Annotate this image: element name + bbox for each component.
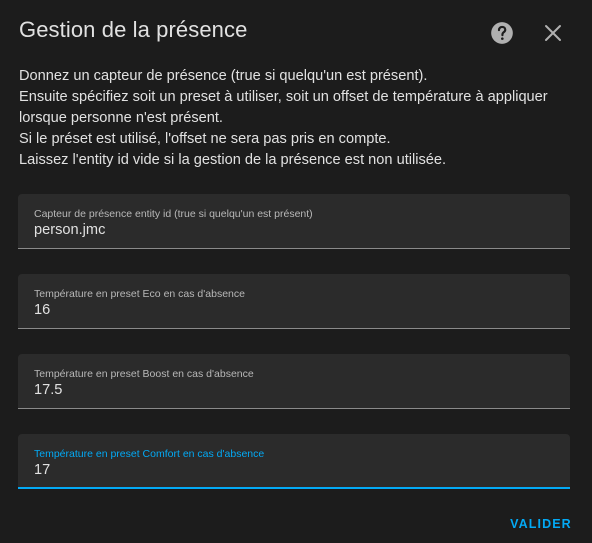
- field-value[interactable]: 16: [34, 302, 50, 318]
- close-button[interactable]: [541, 21, 565, 45]
- field-value[interactable]: 17: [34, 462, 50, 478]
- validate-button[interactable]: VALIDER: [505, 511, 577, 537]
- field-label: Capteur de présence entity id (true si q…: [34, 208, 313, 220]
- field-label: Température en preset Boost en cas d'abs…: [34, 368, 254, 380]
- description-line: Si le préset est utilisé, l'offset ne se…: [19, 131, 391, 147]
- help-button[interactable]: [489, 20, 515, 46]
- presence-sensor-field[interactable]: Capteur de présence entity id (true si q…: [18, 194, 570, 249]
- comfort-away-temp-field[interactable]: Température en preset Comfort en cas d'a…: [18, 434, 570, 489]
- dialog-header: Gestion de la présence: [0, 0, 592, 64]
- close-icon: [545, 25, 561, 41]
- description-line: Donnez un capteur de présence (true si q…: [19, 68, 428, 84]
- dialog-description: Donnez un capteur de présence (true si q…: [19, 66, 574, 171]
- dialog-title: Gestion de la présence: [19, 17, 248, 42]
- description-line: Ensuite spécifiez soit un preset à utili…: [19, 89, 548, 105]
- presence-dialog: Gestion de la présence Donnez un capteur…: [0, 0, 592, 543]
- field-label: Température en preset Eco en cas d'absen…: [34, 288, 245, 300]
- field-value[interactable]: person.jmc: [34, 222, 105, 238]
- description-line: Laissez l'entity id vide si la gestion d…: [19, 152, 447, 168]
- boost-away-temp-field[interactable]: Température en preset Boost en cas d'abs…: [18, 354, 570, 409]
- help-circle-icon: [491, 22, 513, 44]
- eco-away-temp-field[interactable]: Température en preset Eco en cas d'absen…: [18, 274, 570, 329]
- description-line: lorsque personne n'est présent.: [19, 110, 223, 126]
- field-value[interactable]: 17.5: [34, 382, 62, 398]
- field-label: Température en preset Comfort en cas d'a…: [34, 448, 265, 460]
